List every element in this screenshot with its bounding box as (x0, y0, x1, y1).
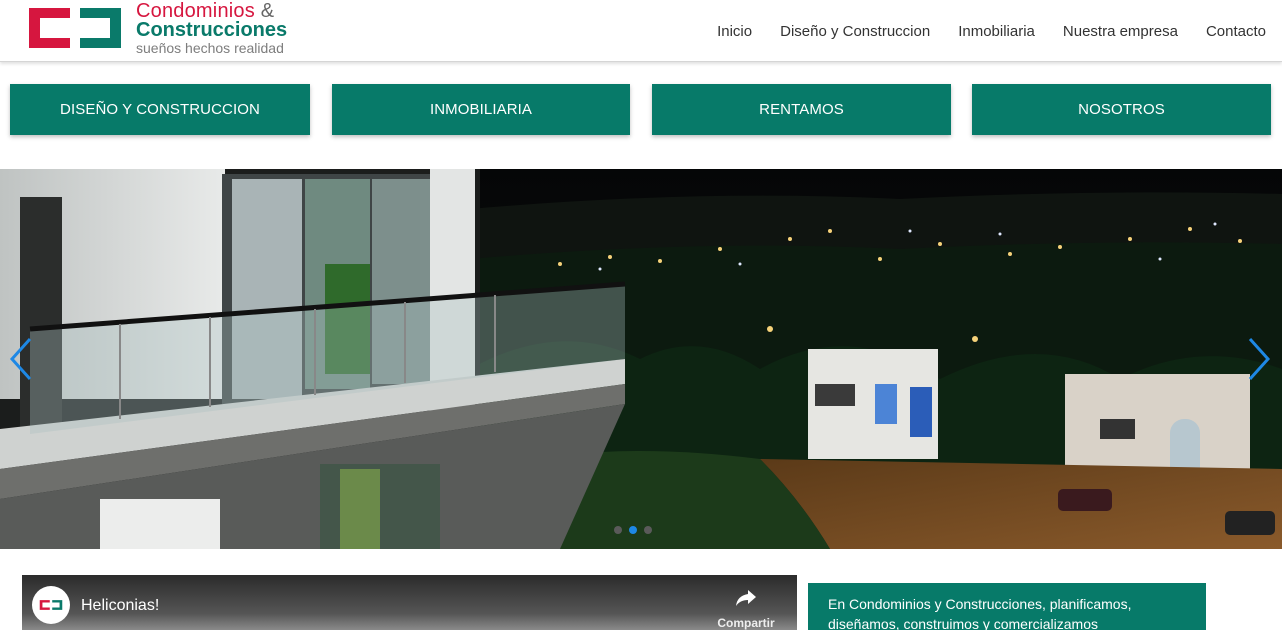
logo-line2: Construcciones (136, 19, 288, 41)
site-header: Condominios & Construcciones sueños hech… (0, 0, 1282, 62)
nav-item-nuestra-empresa[interactable]: Nuestra empresa (1063, 23, 1178, 40)
nav-item-inicio[interactable]: Inicio (717, 23, 752, 40)
category-rentamos-button[interactable]: RENTAMOS (652, 84, 951, 135)
nav-item-inmobiliaria[interactable]: Inmobiliaria (958, 23, 1035, 40)
logo-mark-icon (29, 8, 121, 48)
hero-slide-image (0, 169, 1282, 549)
category-inmobiliaria-button[interactable]: INMOBILIARIA (332, 84, 630, 135)
share-button[interactable]: Compartir (715, 589, 777, 630)
carousel-dot-1[interactable] (614, 526, 622, 534)
chevron-right-icon (1248, 337, 1271, 381)
logo-text: Condominios & Construcciones sueños hech… (136, 1, 287, 55)
category-diseno-button[interactable]: DISEÑO Y CONSTRUCCION (10, 84, 310, 135)
share-arrow-icon (736, 590, 756, 606)
carousel-dot-3[interactable] (644, 526, 652, 534)
carousel-dot-2[interactable] (629, 526, 637, 534)
logo-tagline: sueños hechos realidad (136, 40, 284, 56)
nav-item-diseno[interactable]: Diseño y Construccion (780, 23, 930, 40)
carousel-prev-button[interactable] (8, 337, 34, 381)
chevron-left-icon (9, 337, 32, 381)
category-nosotros-button[interactable]: NOSOTROS (972, 84, 1271, 135)
carousel-indicators (614, 526, 652, 534)
channel-avatar[interactable] (32, 586, 70, 624)
video-embed[interactable]: Heliconias! Compartir (22, 575, 797, 630)
video-title[interactable]: Heliconias! (81, 597, 159, 615)
intro-text-box: En Condominios y Construcciones, planifi… (808, 583, 1206, 630)
main-nav: Inicio Diseño y Construccion Inmobiliari… (717, 23, 1266, 40)
logo[interactable]: Condominios & Construcciones sueños hech… (26, 1, 326, 55)
hero-carousel (0, 169, 1282, 549)
category-bar: DISEÑO Y CONSTRUCCION INMOBILIARIA RENTA… (0, 84, 1282, 136)
logo-mark-icon (39, 600, 63, 610)
nav-item-contacto[interactable]: Contacto (1206, 23, 1266, 40)
carousel-next-button[interactable] (1246, 337, 1272, 381)
share-label: Compartir (717, 616, 775, 630)
intro-text: En Condominios y Construcciones, planifi… (828, 596, 1132, 630)
